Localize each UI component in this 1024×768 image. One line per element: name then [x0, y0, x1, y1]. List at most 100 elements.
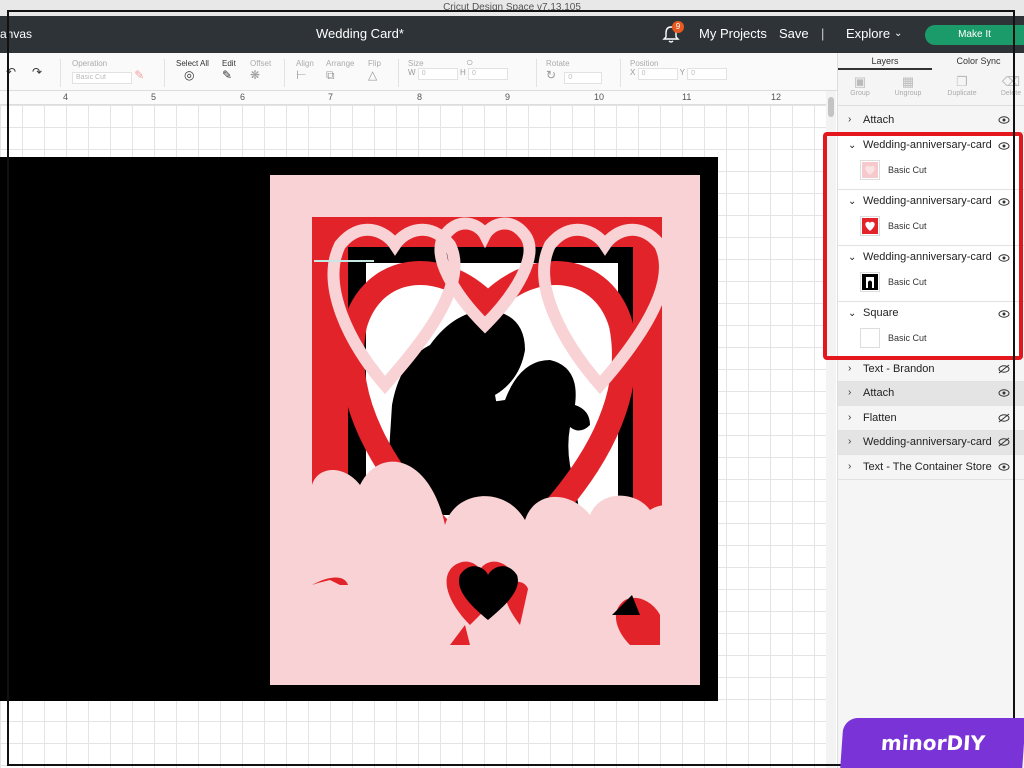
header-separator: | [821, 26, 825, 41]
chevron-right-icon[interactable]: › [848, 436, 851, 447]
offset-label: Offset [250, 59, 272, 68]
chevron-right-icon[interactable]: › [848, 412, 851, 423]
duplicate-icon: ❐ [956, 74, 968, 89]
ruler-mark: 10 [594, 92, 605, 102]
explore-menu[interactable]: Explore [846, 26, 890, 41]
select-all-button[interactable]: Select All ◎ [176, 59, 209, 82]
pen-icon[interactable]: ✎ [134, 68, 150, 82]
toolbar-divider [60, 59, 61, 87]
horizontal-ruler: 4 5 6 7 8 9 10 11 12 [0, 91, 826, 105]
chevron-right-icon[interactable]: › [848, 461, 851, 472]
position-group: Position X 0 Y 0 [630, 59, 728, 80]
rotate-icon: ↻ [546, 68, 557, 82]
offset-icon: ❋ [250, 68, 261, 82]
align-label: Align [296, 59, 314, 68]
edit-label: Edit [222, 59, 236, 68]
offset-button[interactable]: Offset ❋ [250, 59, 271, 82]
rotate-input[interactable]: 0 [564, 72, 603, 84]
group-label: Group [850, 90, 870, 97]
layer-name: Flatten [863, 412, 897, 424]
size-label: Size [408, 59, 424, 68]
layer-name: Wedding-anniversary-card [863, 436, 992, 448]
layer-name: Text - The Container Store [863, 461, 992, 473]
canvas-artifact-stripe [314, 260, 374, 262]
redo-icon[interactable]: ↷ [32, 65, 48, 79]
y-prefix: Y [679, 68, 685, 77]
canvas-tab[interactable]: anvas [0, 27, 32, 41]
chevron-right-icon[interactable]: › [848, 114, 851, 125]
arrange-label: Arrange [326, 59, 355, 68]
y-input[interactable]: 0 [687, 68, 728, 80]
eye-hidden-icon[interactable] [998, 364, 1010, 374]
my-projects-button[interactable]: My Projects [699, 26, 767, 41]
ruler-mark: 5 [151, 92, 157, 102]
layer-row[interactable]: › Text - Brandon [838, 358, 1024, 382]
eye-icon[interactable] [998, 462, 1010, 472]
save-button[interactable]: Save [779, 26, 809, 41]
layer-row[interactable]: › Wedding-anniversary-card [838, 431, 1024, 455]
tab-color-sync[interactable]: Color Sync [932, 53, 1024, 70]
chevron-right-icon[interactable]: › [848, 387, 851, 398]
chevron-right-icon[interactable]: › [848, 363, 851, 374]
layer-tools: ▣ Group ▦ Ungroup ❐ Duplicate ⌫ Delete [838, 70, 1024, 106]
arrange-button[interactable]: Arrange ⧉ [326, 59, 354, 82]
x-prefix: X [630, 68, 636, 77]
ungroup-button[interactable]: ▦ Ungroup [888, 74, 928, 97]
layer-row[interactable]: › Flatten [838, 407, 1024, 431]
position-label: Position [630, 59, 659, 68]
align-icon: ⊢ [296, 68, 307, 82]
layer-name: Attach [863, 387, 895, 399]
height-input[interactable]: 0 [468, 68, 509, 80]
layer-name: Attach [863, 114, 895, 126]
ruler-mark: 11 [682, 92, 692, 102]
ruler-mark: 6 [240, 92, 246, 102]
operation-label: Operation [72, 59, 108, 68]
layer-row[interactable]: › Attach [838, 109, 1024, 133]
eye-icon[interactable] [998, 388, 1010, 398]
layer-row[interactable]: › Text - The Container Store [838, 456, 1024, 480]
flip-button[interactable]: Flip △ [368, 59, 384, 82]
document-title: Wedding Card* [316, 26, 404, 41]
ruler-mark: 9 [505, 92, 511, 102]
operation-select[interactable]: Basic Cut [72, 72, 132, 84]
align-button[interactable]: Align ⊢ [296, 59, 314, 82]
edit-toolbar: ↶ ↷ Operation Basic Cut ✎ Select All ◎ E… [0, 53, 837, 91]
panel-tabs: Layers Color Sync [838, 53, 1024, 70]
eye-icon[interactable] [998, 115, 1010, 125]
flip-label: Flip [368, 59, 381, 68]
trash-icon: ⌫ [1001, 74, 1021, 89]
delete-button[interactable]: ⌫ Delete [996, 74, 1024, 97]
ruler-mark: 8 [417, 92, 423, 102]
duplicate-label: Duplicate [947, 90, 977, 97]
width-input[interactable]: 0 [417, 68, 458, 80]
lock-icon[interactable]: ○ [466, 55, 482, 69]
undo-icon[interactable]: ↶ [6, 65, 22, 79]
select-all-icon: ◎ [184, 68, 195, 82]
toolbar-divider [536, 59, 537, 87]
scrollbar-thumb[interactable] [828, 97, 834, 117]
toolbar-divider [398, 59, 399, 87]
make-it-button[interactable]: Make It [925, 25, 1024, 45]
layer-row[interactable]: › Attach [838, 382, 1024, 406]
width-prefix: W [408, 68, 416, 77]
group-button[interactable]: ▣ Group [846, 74, 874, 97]
tab-layers[interactable]: Layers [838, 53, 932, 70]
eye-hidden-icon[interactable] [998, 413, 1010, 423]
design-canvas[interactable] [0, 105, 826, 768]
rotate-label: Rotate [546, 59, 570, 68]
eye-hidden-icon[interactable] [998, 437, 1010, 447]
edit-button[interactable]: Edit ✎ [222, 59, 238, 82]
x-input[interactable]: 0 [637, 68, 678, 80]
toolbar-divider [164, 59, 165, 87]
card-design[interactable] [0, 105, 826, 768]
height-prefix: H [460, 68, 466, 77]
chevron-down-icon[interactable]: ⌄ [894, 28, 902, 39]
watermark-logo: minorDIY [840, 718, 1024, 768]
layer-name: Text - Brandon [863, 363, 935, 375]
app-header: anvas Wedding Card* 9 My Projects Save |… [0, 16, 1024, 53]
size-group: Size W 0 H 0 [408, 59, 509, 80]
delete-label: Delete [1000, 90, 1022, 97]
duplicate-button[interactable]: ❐ Duplicate [942, 74, 982, 97]
arrange-icon: ⧉ [326, 68, 335, 82]
ruler-mark: 4 [63, 92, 69, 102]
